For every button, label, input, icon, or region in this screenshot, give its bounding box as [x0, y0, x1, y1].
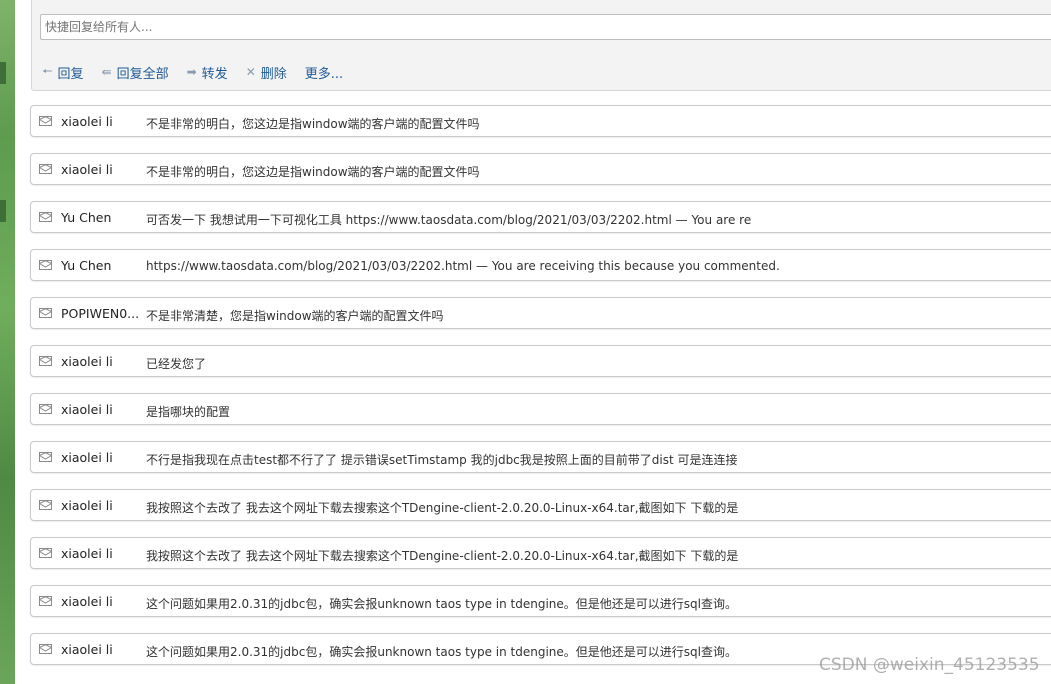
message-row[interactable]: Yu Chen 可否发一下 我想试用一下可视化工具 https://www.tao…	[30, 201, 1051, 233]
forward-button[interactable]: ➡ 转发	[187, 63, 228, 82]
reply-actions-toolbar: 🠔 回复 ⇚ 回复全部 ➡ 转发 ✕ 删除 更多...	[42, 62, 361, 82]
message-row[interactable]: xiaolei li 是指哪块的配置	[30, 393, 1051, 425]
message-sender: xiaolei li	[61, 354, 113, 369]
message-row[interactable]: xiaolei li 这个问题如果用2.0.31的jdbc包，确实会报unknow…	[30, 585, 1051, 617]
envelope-icon	[39, 403, 52, 414]
message-subject: 已经发您了	[146, 357, 207, 371]
reply-all-button-label: 回复全部	[116, 66, 169, 82]
background-mark	[0, 62, 6, 84]
message-row[interactable]: xiaolei li 不是非常的明白，您这边是指window端的客户端的配置文件吗	[30, 153, 1051, 185]
message-row[interactable]: Yu Chen https://www.taosdata.com/blog/202…	[30, 249, 1051, 281]
message-subject: 这个问题如果用2.0.31的jdbc包，确实会报unknown taos typ…	[146, 645, 737, 659]
reply-all-icon: ⇚	[101, 65, 112, 79]
message-sender: xiaolei li	[61, 642, 113, 657]
reply-all-button[interactable]: ⇚ 回复全部	[102, 63, 169, 82]
envelope-icon	[39, 211, 52, 222]
message-subject: 不是非常的明白，您这边是指window端的客户端的配置文件吗	[146, 165, 480, 179]
forward-button-label: 转发	[201, 66, 228, 82]
message-row[interactable]: xiaolei li 已经发您了	[30, 345, 1051, 377]
message-subject: 不行是指我现在点击test都不行了了 提示错误setTimstamp 我的jdb…	[146, 453, 738, 467]
message-sender: xiaolei li	[61, 162, 113, 177]
envelope-icon	[39, 595, 52, 606]
watermark: CSDN @weixin_45123535	[819, 655, 1040, 675]
message-row[interactable]: xiaolei li 不行是指我现在点击test都不行了了 提示错误setTims…	[30, 441, 1051, 473]
message-sender: xiaolei li	[61, 594, 113, 609]
message-row[interactable]: xiaolei li 不是非常的明白，您这边是指window端的客户端的配置文件吗	[30, 105, 1051, 137]
envelope-icon	[39, 259, 52, 270]
message-sender: xiaolei li	[61, 498, 113, 513]
envelope-icon	[39, 547, 52, 558]
envelope-icon	[39, 115, 52, 126]
reply-button[interactable]: 🠔 回复	[42, 62, 84, 83]
delete-button-label: 删除	[260, 66, 287, 82]
message-subject: https://www.taosdata.com/blog/2021/03/03…	[146, 259, 780, 273]
envelope-icon	[39, 643, 52, 654]
reply-panel: 🠔 回复 ⇚ 回复全部 ➡ 转发 ✕ 删除 更多...	[31, 0, 1051, 91]
message-subject: 我按照这个去改了 我去这个网址下载去搜索这个TDengine-client-2.…	[146, 549, 739, 563]
message-sender: xiaolei li	[61, 402, 113, 417]
envelope-icon	[39, 355, 52, 366]
reply-button-label: 回复	[57, 66, 84, 82]
message-subject: 可否发一下 我想试用一下可视化工具 https://www.taosdata.c…	[146, 213, 752, 227]
message-sender: Yu Chen	[61, 258, 112, 273]
more-button[interactable]: 更多...	[305, 63, 343, 82]
quick-reply-input[interactable]	[40, 14, 1051, 40]
message-sender: Yu Chen	[61, 210, 112, 225]
message-subject: 不是非常清楚，您是指window端的客户端的配置文件吗	[146, 309, 444, 323]
delete-button[interactable]: ✕ 删除	[246, 63, 287, 82]
envelope-icon	[39, 163, 52, 174]
message-subject: 这个问题如果用2.0.31的jdbc包，确实会报unknown taos typ…	[146, 597, 737, 611]
envelope-icon	[39, 451, 52, 462]
message-row[interactable]: POPIWEN0... 不是非常清楚，您是指window端的客户端的配置文件吗	[30, 297, 1051, 329]
background-strip	[0, 0, 15, 684]
mail-thread-pane: 🠔 回复 ⇚ 回复全部 ➡ 转发 ✕ 删除 更多... xiaolei li 不是…	[15, 0, 1051, 684]
message-subject: 不是非常的明白，您这边是指window端的客户端的配置文件吗	[146, 117, 480, 131]
more-button-label: 更多...	[304, 66, 344, 82]
envelope-icon	[39, 499, 52, 510]
message-row[interactable]: xiaolei li 我按照这个去改了 我去这个网址下载去搜索这个TDengine…	[30, 489, 1051, 521]
delete-x-icon: ✕	[245, 65, 256, 79]
message-sender: POPIWEN0...	[61, 306, 140, 321]
envelope-icon	[39, 307, 52, 318]
message-row[interactable]: xiaolei li 我按照这个去改了 我去这个网址下载去搜索这个TDengine…	[30, 537, 1051, 569]
reply-arrow-icon: 🠔	[42, 63, 53, 78]
message-sender: xiaolei li	[61, 546, 113, 561]
message-sender: xiaolei li	[61, 114, 113, 129]
forward-arrow-icon: ➡	[186, 65, 197, 79]
background-mark	[0, 200, 6, 222]
message-sender: xiaolei li	[61, 450, 113, 465]
message-subject: 是指哪块的配置	[146, 405, 231, 419]
message-subject: 我按照这个去改了 我去这个网址下载去搜索这个TDengine-client-2.…	[146, 501, 739, 515]
